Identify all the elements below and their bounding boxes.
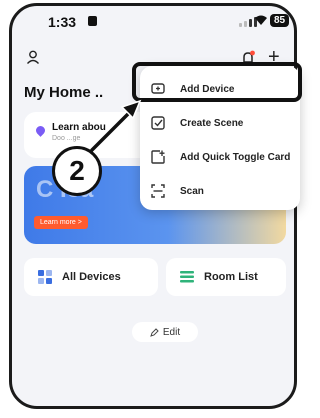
arrow-icon bbox=[88, 99, 142, 154]
step-number-badge: 2 bbox=[52, 146, 102, 196]
